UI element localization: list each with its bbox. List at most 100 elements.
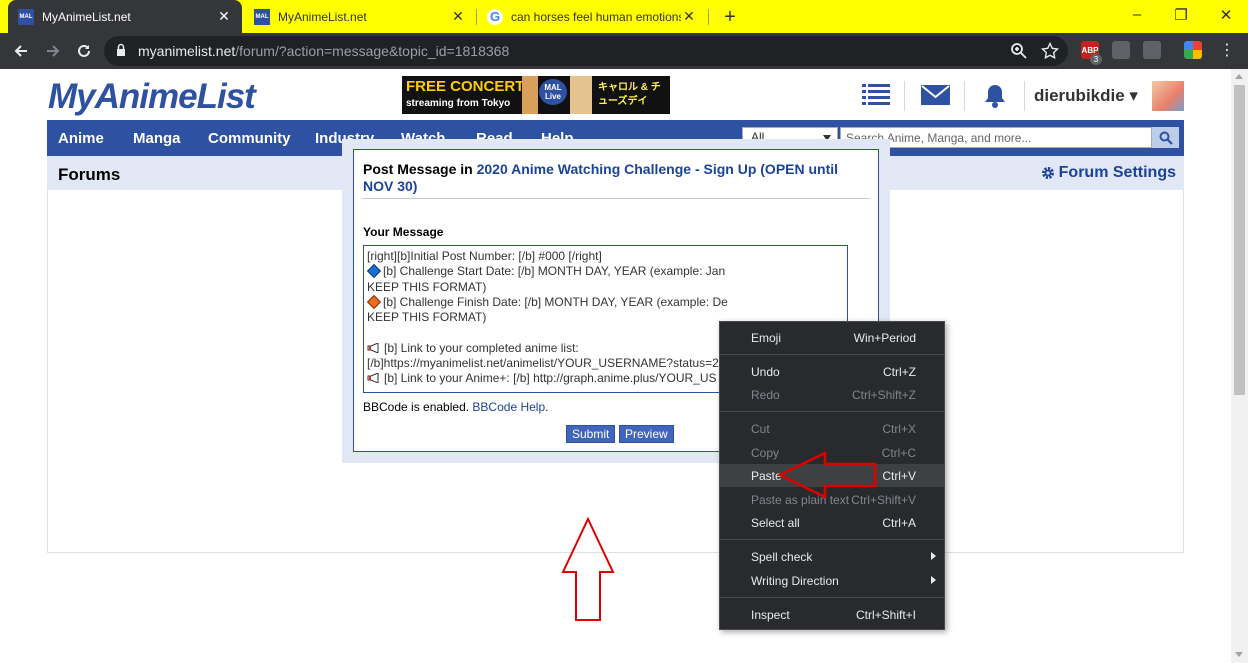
tab-title: MyAnimeList.net <box>42 9 131 24</box>
site-logo[interactable]: MyAnimeList <box>48 77 256 117</box>
scroll-down-icon[interactable] <box>1235 652 1243 657</box>
menu-item-inspect[interactable]: Inspect Ctrl+Shift+I <box>720 603 944 626</box>
message-line: KEEP THIS FORMAT) <box>367 279 487 294</box>
tab-close-icon[interactable]: ✕ <box>681 8 697 25</box>
diamond-blue-icon <box>366 264 382 279</box>
menu-item-emoji[interactable]: Emoji Win+Period <box>720 326 944 349</box>
nav-anime[interactable]: Anime <box>58 130 104 147</box>
menu-separator <box>720 539 944 540</box>
megaphone-icon <box>367 342 379 353</box>
menu-separator <box>720 411 944 412</box>
google-favicon-icon: G <box>487 8 503 25</box>
menu-item-writing-direction[interactable]: Writing Direction <box>720 569 944 592</box>
new-tab-button[interactable]: + <box>719 6 741 29</box>
address-bar[interactable]: myanimelist.net/forum/?action=message&to… <box>104 36 1068 66</box>
mal-favicon-icon: MAL <box>254 8 270 25</box>
menu-separator <box>720 597 944 598</box>
tab-2[interactable]: MAL MyAnimeList.net ✕ <box>244 0 476 33</box>
close-window-button[interactable]: ✕ <box>1216 6 1236 24</box>
maximize-button[interactable]: ❐ <box>1171 6 1191 24</box>
username-dropdown[interactable]: dierubikdie ▾ <box>1034 86 1138 106</box>
url-text: myanimelist.net/forum/?action=message&to… <box>138 43 509 59</box>
nav-community[interactable]: Community <box>208 130 291 147</box>
tab-strip: MAL MyAnimeList.net ✕ MAL MyAnimeList.ne… <box>0 0 1248 33</box>
context-menu: Emoji Win+Period Undo Ctrl+Z Redo Ctrl+Shif… <box>719 321 945 630</box>
preview-button[interactable]: Preview <box>619 425 674 443</box>
divider <box>362 198 870 199</box>
back-button[interactable] <box>10 40 32 62</box>
mal-favicon-icon: MAL <box>18 8 34 25</box>
tab-3[interactable]: G can horses feel human emotions ✕ <box>477 0 707 33</box>
mail-icon[interactable] <box>921 83 950 107</box>
reload-icon <box>78 44 90 57</box>
banner-subline: streaming from Tokyo <box>406 98 511 109</box>
forum-settings-link[interactable]: Forum Settings <box>1041 164 1176 182</box>
forward-button[interactable] <box>42 40 64 62</box>
concert-banner[interactable]: FREE CONCERT streaming from Tokyo MAL Li… <box>402 76 670 114</box>
back-arrow-icon <box>14 45 27 57</box>
banner-art <box>570 76 592 114</box>
message-line: [b] Challenge Finish Date: [/b] MONTH DA… <box>366 294 844 310</box>
megaphone-icon <box>367 373 379 384</box>
menu-item-select-all[interactable]: Select all Ctrl+A <box>720 511 944 534</box>
username: dierubikdie <box>1034 86 1125 105</box>
submit-button[interactable]: Submit <box>566 425 616 443</box>
page-scrollbar[interactable] <box>1231 69 1248 663</box>
scroll-up-icon[interactable] <box>1235 74 1243 79</box>
url-path: /forum/?action=message&topic_id=1818368 <box>235 43 510 59</box>
mal-live-badge: MAL Live <box>539 79 567 105</box>
lock-icon <box>117 43 125 56</box>
menu-item-paste-plain: Paste as plain text Ctrl+Shift+V <box>751 493 916 507</box>
chevron-right-icon <box>931 552 936 560</box>
chevron-right-icon <box>931 576 936 584</box>
tab-close-icon[interactable]: ✕ <box>450 8 466 25</box>
tab-separator <box>708 9 709 25</box>
diamond-orange-icon <box>366 294 382 309</box>
reload-button[interactable] <box>73 40 95 62</box>
bbcode-note: BBCode is enabled. BBCode Help. <box>363 400 549 414</box>
forward-arrow-icon <box>47 45 60 57</box>
post-title-prefix: Post Message in <box>363 161 473 177</box>
minimize-button[interactable]: – <box>1127 6 1147 23</box>
color-extension-icon[interactable] <box>1184 41 1202 59</box>
url-host: myanimelist.net <box>138 43 236 59</box>
zoom-icon <box>1011 43 1027 59</box>
browser-toolbar: myanimelist.net/forum/?action=message&to… <box>0 33 1248 69</box>
bell-icon[interactable] <box>983 83 1007 109</box>
banner-headline: FREE CONCERT <box>406 78 525 95</box>
header-divider <box>1024 81 1025 111</box>
search-button[interactable] <box>1152 127 1179 148</box>
header-divider <box>904 81 905 111</box>
banner-jp-title: キャロル & チューズデイ <box>598 82 661 107</box>
avatar[interactable] <box>1152 81 1184 111</box>
tab-title: can horses feel human emotions <box>511 9 681 24</box>
message-line: [right][b]Initial Post Number: [/b] #000… <box>367 249 602 263</box>
header-divider <box>964 81 965 111</box>
chrome-menu-button[interactable]: ⋮ <box>1216 40 1238 62</box>
post-title: Post Message in 2020 Anime Watching Chal… <box>363 161 863 195</box>
menu-item-cut: Cut Ctrl+X <box>751 422 916 436</box>
message-label: Your Message <box>363 225 444 239</box>
scroll-thumb[interactable] <box>1234 85 1245 395</box>
menu-item-undo[interactable]: Undo Ctrl+Z <box>720 360 944 383</box>
menu-item-paste[interactable]: Paste Ctrl+V <box>720 464 944 487</box>
star-icon <box>1041 42 1059 60</box>
message-line: [b] Challenge Start Date: [/b] MONTH DAY… <box>366 264 844 279</box>
extension-icon[interactable] <box>1112 41 1130 59</box>
menu-item-spell-check[interactable]: Spell check <box>720 545 944 568</box>
extension-badge: 3 <box>1090 54 1102 65</box>
bbcode-help-link[interactable]: BBCode Help <box>472 400 545 414</box>
list-icon[interactable] <box>862 83 890 107</box>
tab-close-icon[interactable]: ✕ <box>216 8 232 25</box>
search-icon <box>1159 131 1173 145</box>
tab-1[interactable]: MAL MyAnimeList.net ✕ <box>8 0 242 33</box>
nav-manga[interactable]: Manga <box>133 130 181 147</box>
camera-extension-icon[interactable] <box>1143 41 1161 59</box>
tab-title: MyAnimeList.net <box>278 9 367 24</box>
menu-separator <box>720 354 944 355</box>
gear-icon <box>1041 167 1054 179</box>
banner-art <box>522 76 538 114</box>
chevron-down-icon: ▾ <box>1129 86 1138 105</box>
page-title: Forums <box>58 165 121 184</box>
menu-item-copy: Copy Ctrl+C <box>751 446 916 460</box>
